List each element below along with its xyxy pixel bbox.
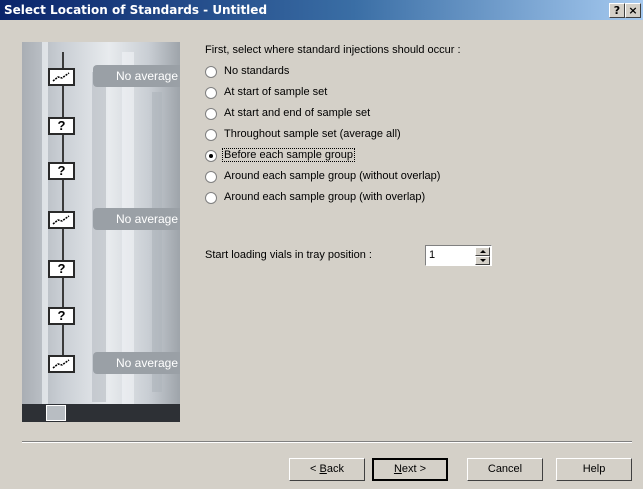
radio-button[interactable]: [205, 192, 217, 204]
unknown-sample-icon: ?: [48, 260, 75, 278]
option-label[interactable]: No standards: [224, 65, 289, 77]
help-title-button[interactable]: ?: [609, 3, 625, 18]
radio-button[interactable]: [205, 150, 217, 162]
option-label[interactable]: Around each sample group (with overlap): [224, 191, 425, 203]
option-label[interactable]: Throughout sample set (average all): [224, 128, 401, 140]
help-button[interactable]: Help: [556, 458, 632, 481]
tray-position-input[interactable]: [429, 249, 469, 261]
standard-chart-icon: [48, 68, 75, 86]
standard-chart-icon: [48, 355, 75, 373]
average-label: No average: [93, 65, 180, 87]
cancel-button[interactable]: Cancel: [467, 458, 543, 481]
average-label: No average: [93, 352, 180, 374]
unknown-sample-icon: ?: [48, 117, 75, 135]
spin-up-button[interactable]: [475, 247, 490, 256]
button-separator: [22, 441, 632, 443]
radio-button[interactable]: [205, 171, 217, 183]
spin-down-button[interactable]: [475, 256, 490, 265]
scrollbar-thumb[interactable]: [46, 405, 66, 421]
tray-position-label: Start loading vials in tray position :: [205, 249, 372, 261]
title-bar: Select Location of Standards - Untitled …: [0, 0, 643, 20]
window-title: Select Location of Standards - Untitled: [4, 3, 268, 17]
radio-button[interactable]: [205, 66, 217, 78]
average-label: No average: [93, 208, 180, 230]
location-prompt: First, select where standard injections …: [205, 44, 461, 56]
close-button[interactable]: ×: [625, 3, 641, 18]
radio-button[interactable]: [205, 129, 217, 141]
radio-button[interactable]: [205, 108, 217, 120]
next-button[interactable]: Next >: [372, 458, 448, 481]
option-label[interactable]: At start and end of sample set: [224, 107, 370, 119]
radio-button[interactable]: [205, 87, 217, 99]
illustration-scrollbar[interactable]: [22, 404, 180, 422]
standard-chart-icon: [48, 211, 75, 229]
option-label[interactable]: Before each sample group: [221, 148, 356, 162]
tray-position-spinner[interactable]: [425, 245, 492, 266]
standards-illustration: No average?? No average?? No average: [22, 42, 180, 422]
option-label[interactable]: Around each sample group (without overla…: [224, 170, 440, 182]
unknown-sample-icon: ?: [48, 307, 75, 325]
back-button[interactable]: < Back: [289, 458, 365, 481]
unknown-sample-icon: ?: [48, 162, 75, 180]
option-label[interactable]: At start of sample set: [224, 86, 327, 98]
